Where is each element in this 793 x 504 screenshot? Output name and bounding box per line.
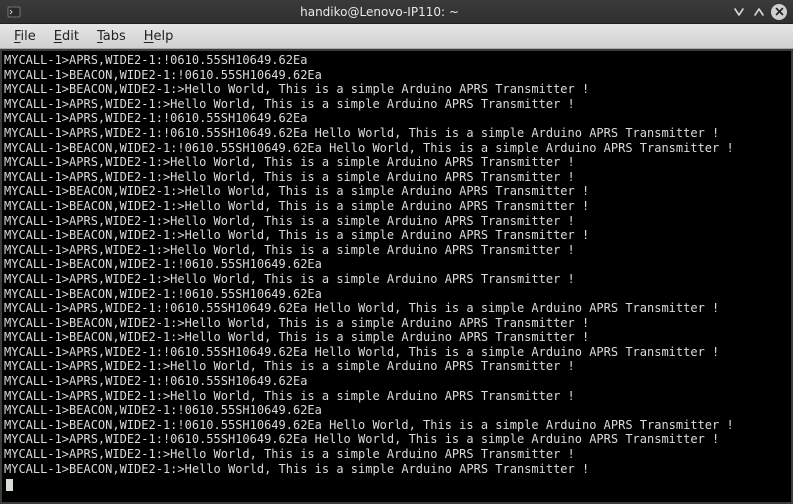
terminal-line: MYCALL-1>APRS,WIDE2-1:!0610.55SH10649.62…: [2, 53, 789, 68]
menu-tabs[interactable]: Tabs: [89, 27, 134, 46]
terminal-line: MYCALL-1>APRS,WIDE2-1:>Hello World, This…: [2, 214, 789, 229]
menu-file[interactable]: File: [6, 27, 44, 46]
terminal-line: MYCALL-1>BEACON,WIDE2-1:>Hello World, Th…: [2, 199, 789, 214]
terminal-line: MYCALL-1>APRS,WIDE2-1:!0610.55SH10649.62…: [2, 111, 789, 126]
minimize-icon[interactable]: [731, 4, 747, 20]
maximize-icon[interactable]: [751, 4, 767, 20]
terminal-output[interactable]: MYCALL-1>APRS,WIDE2-1:!0610.55SH10649.62…: [2, 51, 791, 502]
menubar: File Edit Tabs Help: [0, 24, 793, 49]
terminal-cursor-line: [2, 476, 789, 491]
terminal-line: MYCALL-1>APRS,WIDE2-1:>Hello World, This…: [2, 97, 789, 112]
terminal-window: handiko@Lenovo-IP110: ~ File Edit Tabs H…: [0, 0, 793, 504]
terminal-line: MYCALL-1>BEACON,WIDE2-1:>Hello World, Th…: [2, 330, 789, 345]
terminal-line: MYCALL-1>APRS,WIDE2-1:>Hello World, This…: [2, 155, 789, 170]
terminal-line: MYCALL-1>APRS,WIDE2-1:!0610.55SH10649.62…: [2, 374, 789, 389]
terminal-app-icon: [7, 5, 21, 19]
terminal-line: MYCALL-1>APRS,WIDE2-1:>Hello World, This…: [2, 243, 789, 258]
menu-help[interactable]: Help: [136, 27, 182, 46]
cursor: [6, 479, 13, 491]
app-icon: [0, 0, 28, 23]
terminal-line: MYCALL-1>BEACON,WIDE2-1:!0610.55SH10649.…: [2, 68, 789, 83]
terminal-line: MYCALL-1>BEACON,WIDE2-1:>Hello World, Th…: [2, 462, 789, 477]
terminal-line: MYCALL-1>BEACON,WIDE2-1:>Hello World, Th…: [2, 184, 789, 199]
window-title: handiko@Lenovo-IP110: ~: [28, 5, 731, 19]
terminal-line: MYCALL-1>BEACON,WIDE2-1:!0610.55SH10649.…: [2, 418, 789, 433]
terminal-line: MYCALL-1>APRS,WIDE2-1:!0610.55SH10649.62…: [2, 301, 789, 316]
terminal-line: MYCALL-1>APRS,WIDE2-1:!0610.55SH10649.62…: [2, 126, 789, 141]
terminal-line: MYCALL-1>APRS,WIDE2-1:!0610.55SH10649.62…: [2, 432, 789, 447]
terminal-line: MYCALL-1>BEACON,WIDE2-1:>Hello World, Th…: [2, 316, 789, 331]
terminal-line: MYCALL-1>APRS,WIDE2-1:>Hello World, This…: [2, 170, 789, 185]
terminal-line: MYCALL-1>BEACON,WIDE2-1:!0610.55SH10649.…: [2, 287, 789, 302]
titlebar[interactable]: handiko@Lenovo-IP110: ~: [0, 0, 793, 24]
terminal-line: MYCALL-1>APRS,WIDE2-1:!0610.55SH10649.62…: [2, 345, 789, 360]
close-icon[interactable]: [771, 4, 787, 20]
terminal-line: MYCALL-1>BEACON,WIDE2-1:!0610.55SH10649.…: [2, 257, 789, 272]
terminal-line: MYCALL-1>APRS,WIDE2-1:>Hello World, This…: [2, 447, 789, 462]
terminal-line: MYCALL-1>BEACON,WIDE2-1:>Hello World, Th…: [2, 82, 789, 97]
terminal-line: MYCALL-1>APRS,WIDE2-1:>Hello World, This…: [2, 359, 789, 374]
terminal-line: MYCALL-1>BEACON,WIDE2-1:!0610.55SH10649.…: [2, 141, 789, 156]
terminal-line: MYCALL-1>BEACON,WIDE2-1:>Hello World, Th…: [2, 228, 789, 243]
window-controls: [731, 4, 793, 20]
terminal-line: MYCALL-1>BEACON,WIDE2-1:!0610.55SH10649.…: [2, 403, 789, 418]
terminal-line: MYCALL-1>APRS,WIDE2-1:>Hello World, This…: [2, 272, 789, 287]
terminal-line: MYCALL-1>APRS,WIDE2-1:>Hello World, This…: [2, 389, 789, 404]
menu-edit[interactable]: Edit: [46, 27, 87, 46]
